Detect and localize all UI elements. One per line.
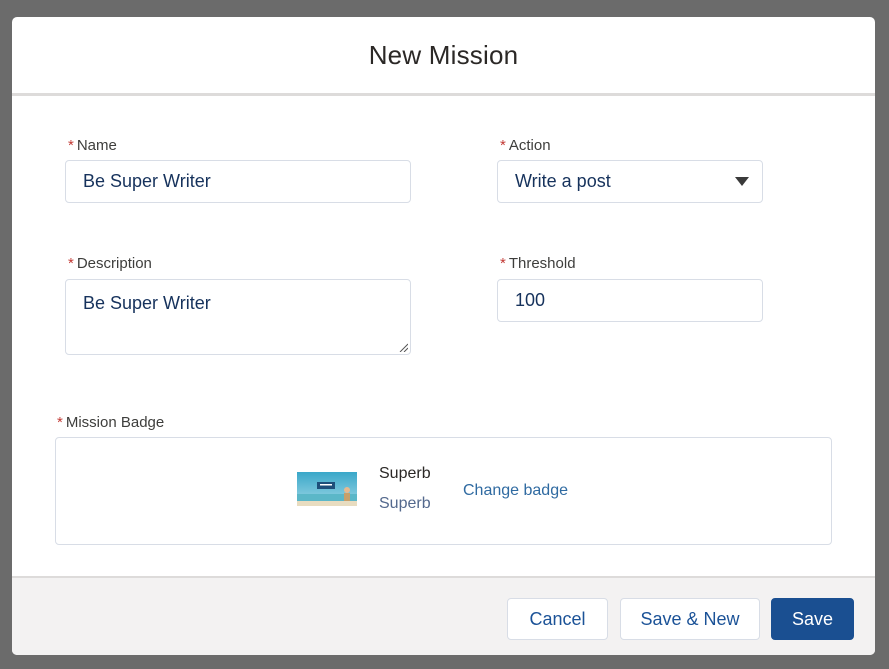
chevron-down-icon <box>735 177 749 186</box>
name-input[interactable]: Be Super Writer <box>65 160 411 203</box>
required-marker: * <box>57 414 63 431</box>
modal-title: New Mission <box>368 39 519 70</box>
description-label: * Description <box>68 255 152 272</box>
description-label-text: Description <box>76 255 152 272</box>
description-textarea-value: Be Super Writer <box>83 293 211 313</box>
name-input-value: Be Super Writer <box>83 171 211 191</box>
required-marker: * <box>68 137 74 154</box>
resize-grip-icon[interactable] <box>398 342 408 352</box>
save-and-new-button[interactable]: Save & New <box>620 598 760 640</box>
threshold-input[interactable]: 100 <box>497 279 763 322</box>
badge-name: Superb <box>379 465 431 482</box>
name-label: * Name <box>68 137 117 154</box>
name-label-text: Name <box>76 137 117 154</box>
action-label-text: Action <box>508 137 551 154</box>
save-button[interactable]: Save <box>771 598 854 640</box>
threshold-label: * Threshold <box>500 255 576 272</box>
threshold-input-value: 100 <box>515 290 546 310</box>
mission-badge-label: * Mission Badge <box>57 414 164 431</box>
cancel-button[interactable]: Cancel <box>507 598 608 640</box>
badge-image <box>297 472 357 506</box>
description-textarea[interactable]: Be Super Writer <box>65 279 411 355</box>
action-select[interactable]: Write a post <box>497 160 763 203</box>
required-marker: * <box>68 255 74 272</box>
modal-footer: Cancel Save & New Save <box>12 576 875 655</box>
change-badge-link[interactable]: Change badge <box>463 482 568 500</box>
required-marker: * <box>500 255 506 272</box>
badge-description: Superb <box>379 495 431 512</box>
required-marker: * <box>500 137 506 154</box>
mission-badge-label-text: Mission Badge <box>65 414 165 431</box>
modal-header: New Mission <box>12 17 875 96</box>
action-label: * Action <box>500 137 551 154</box>
mission-badge-panel: Superb Superb Change badge <box>55 437 832 545</box>
action-select-value: Write a post <box>515 171 611 191</box>
new-mission-modal: New Mission * Name Be Super Writer * Actio… <box>12 17 875 655</box>
threshold-label-text: Threshold <box>508 255 576 272</box>
